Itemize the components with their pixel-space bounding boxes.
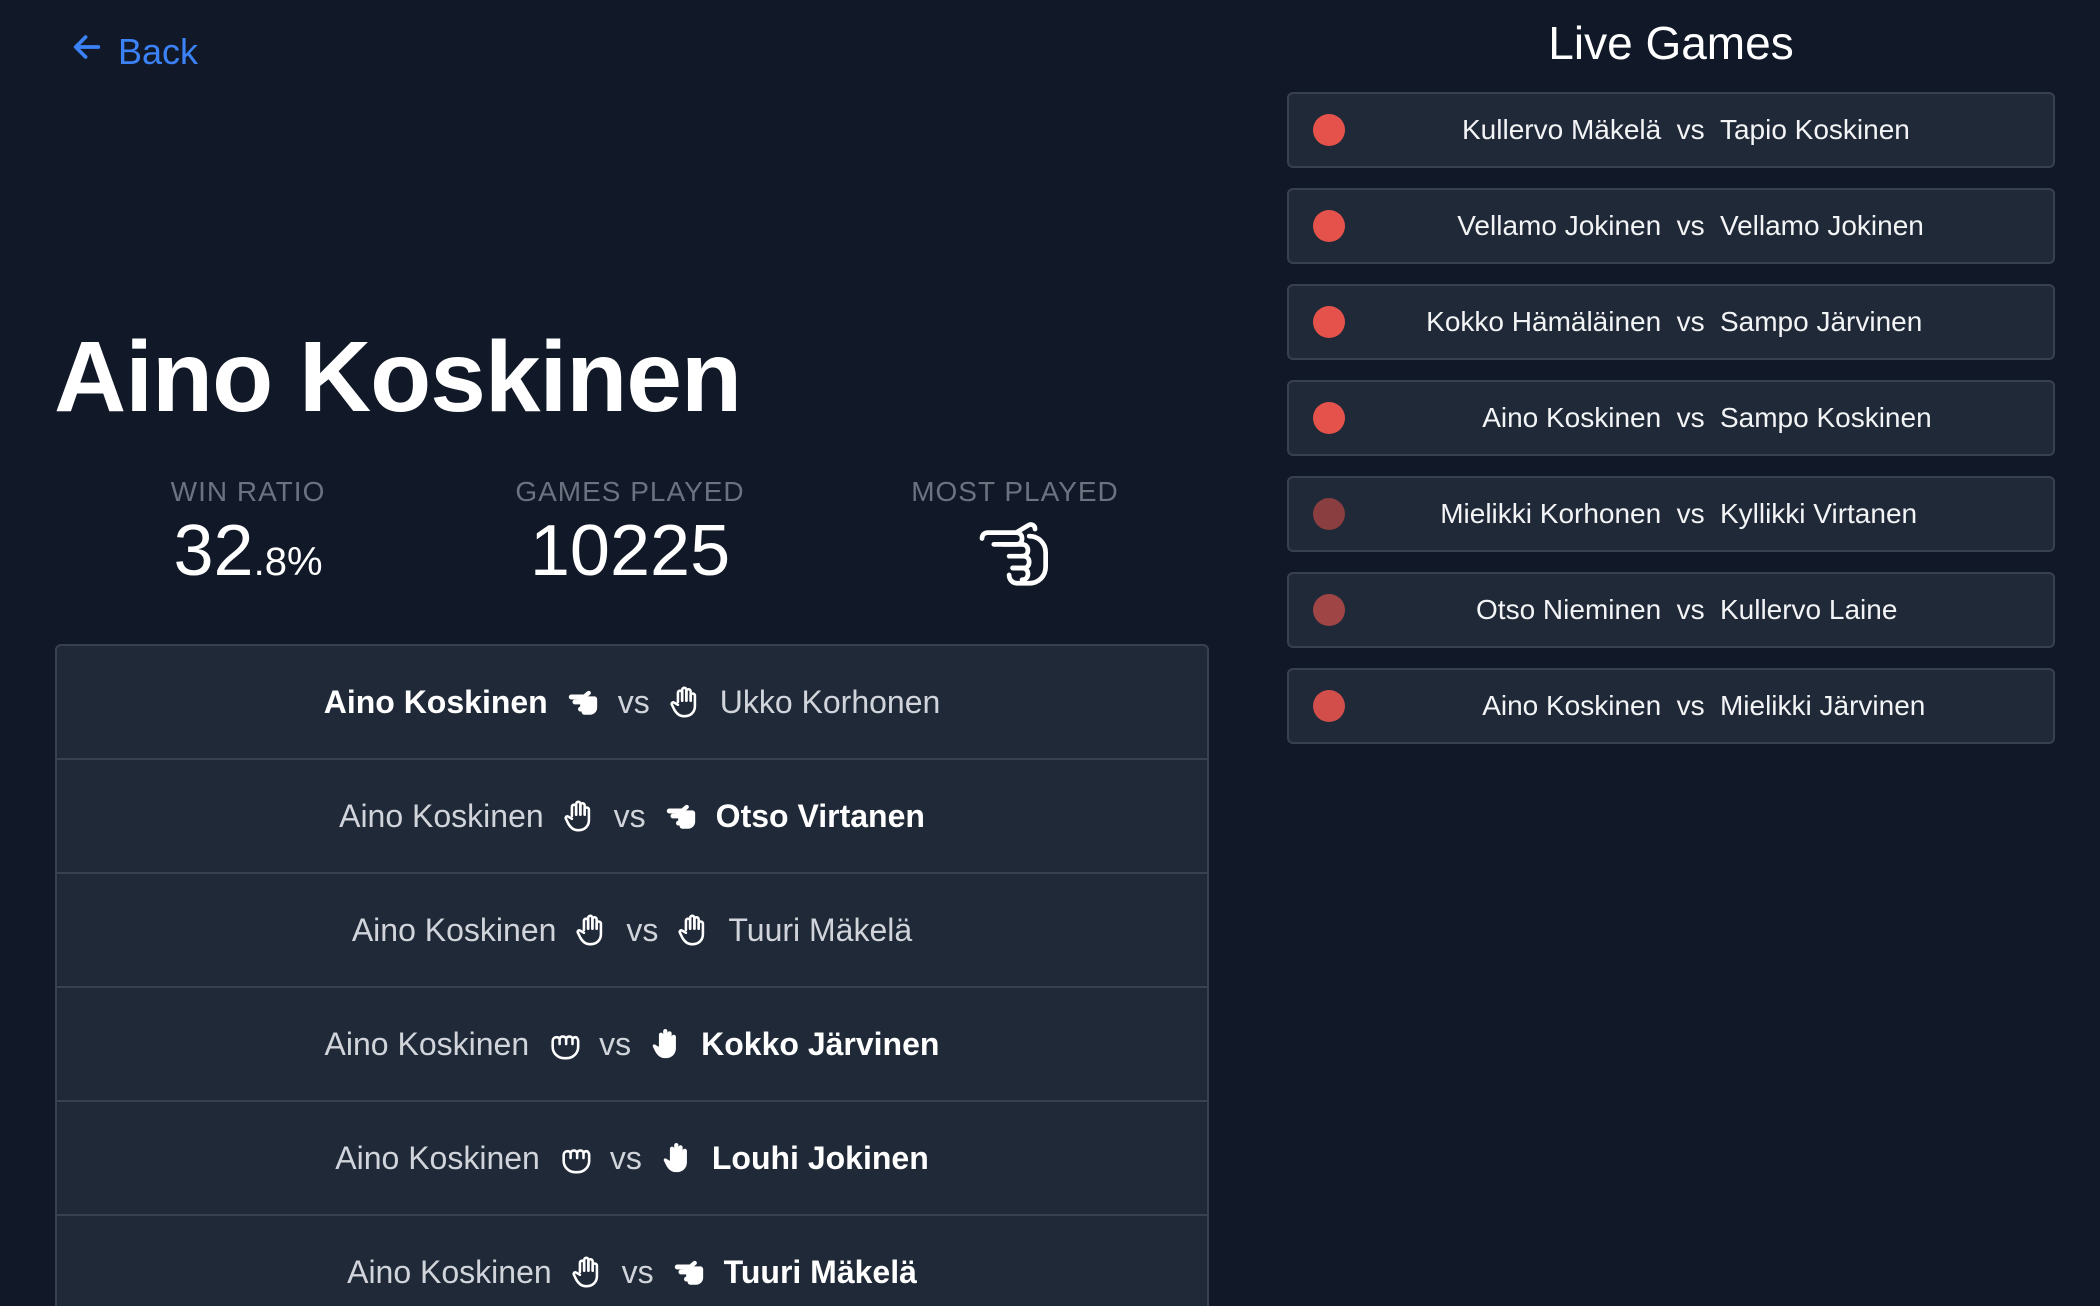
history-vs: vs <box>613 797 646 834</box>
paper-hand-icon <box>668 685 702 719</box>
live-vs: vs <box>1676 498 1705 529</box>
live-player-a: Aino Koskinen <box>1482 402 1662 433</box>
history-right-player: Otso Virtanen <box>715 797 925 834</box>
live-vs: vs <box>1676 114 1705 145</box>
live-player-b: Sampo Koskinen <box>1719 402 1932 433</box>
scissors-hand-icon <box>900 522 1130 588</box>
scissors-hand-icon <box>672 1255 706 1289</box>
history-row[interactable]: Aino Koskinen vs Ukko Korhonen <box>57 646 1207 760</box>
live-game-item[interactable]: Aino Koskinen vs Mielikki Järvinen <box>1287 668 2055 744</box>
rock-hand-icon <box>547 1027 581 1061</box>
live-game-players: Aino Koskinen vs Mielikki Järvinen <box>1289 690 2053 722</box>
scissors-hand-icon <box>664 799 698 833</box>
win-ratio-int: 32 <box>173 511 254 591</box>
live-player-a: Kokko Hämäläinen <box>1426 306 1662 337</box>
live-game-players: Mielikki Korhonen vs Kyllikki Virtanen <box>1289 498 2053 530</box>
live-games-list: Kullervo Mäkelä vs Tapio Koskinen Vellamo J… <box>1287 92 2055 764</box>
live-player-b: Mielikki Järvinen <box>1719 690 1926 721</box>
history-left-player: Aino Koskinen <box>335 1139 540 1176</box>
scissors-hand-icon <box>566 685 600 719</box>
history-left-player: Aino Koskinen <box>347 1253 552 1290</box>
history-left-player: Aino Koskinen <box>323 683 548 720</box>
live-player-b: Vellamo Jokinen <box>1719 210 1924 241</box>
most-played-label: MOST PLAYED <box>911 476 1119 507</box>
live-games-title: Live Games <box>1548 17 1794 69</box>
history-vs: vs <box>617 683 650 720</box>
live-vs: vs <box>1676 306 1705 337</box>
games-played-label: GAMES PLAYED <box>515 476 745 507</box>
history-right-player: Louhi Jokinen <box>711 1139 929 1176</box>
history-right-player: Ukko Korhonen <box>719 683 941 720</box>
history-row[interactable]: Aino Koskinen vs Louhi Jokinen <box>57 1102 1207 1216</box>
history-right-player: Kokko Järvinen <box>701 1025 940 1062</box>
history-row[interactable]: Aino Koskinen vs Otso Virtanen <box>57 760 1207 874</box>
back-link[interactable]: Back <box>70 30 198 73</box>
live-game-players: Kokko Hämäläinen vs Sampo Järvinen <box>1289 306 2053 338</box>
live-game-item[interactable]: Mielikki Korhonen vs Kyllikki Virtanen <box>1287 476 2055 552</box>
live-game-players: Kullervo Mäkelä vs Tapio Koskinen <box>1289 114 2053 146</box>
player-name: Aino Koskinen <box>54 321 742 433</box>
rock-hand-icon <box>558 1141 592 1175</box>
live-player-a: Vellamo Jokinen <box>1457 210 1662 241</box>
live-player-a: Kullervo Mäkelä <box>1462 114 1662 145</box>
win-ratio-frac: .8% <box>253 540 323 584</box>
live-game-players: Aino Koskinen vs Sampo Koskinen <box>1289 402 2053 434</box>
history-vs: vs <box>609 1139 642 1176</box>
live-vs: vs <box>1676 402 1705 433</box>
paper-hand-icon <box>660 1141 694 1175</box>
live-player-a: Aino Koskinen <box>1482 690 1662 721</box>
live-player-a: Mielikki Korhonen <box>1440 498 1662 529</box>
history-vs: vs <box>626 911 659 948</box>
live-player-b: Sampo Järvinen <box>1719 306 1923 337</box>
history-row[interactable]: Aino Koskinen vs Kokko Järvinen <box>57 988 1207 1102</box>
live-game-players: Otso Nieminen vs Kullervo Laine <box>1289 594 2053 626</box>
live-vs: vs <box>1676 594 1705 625</box>
history-left-player: Aino Koskinen <box>351 911 557 948</box>
live-game-item[interactable]: Aino Koskinen vs Sampo Koskinen <box>1287 380 2055 456</box>
win-ratio-value: 32.8% <box>148 511 348 591</box>
games-played-stat: GAMES PLAYED 10225 <box>500 476 760 591</box>
history-right-player: Tuuri Mäkelä <box>723 1253 917 1290</box>
history-left-player: Aino Koskinen <box>324 1025 530 1062</box>
paper-hand-icon <box>649 1027 683 1061</box>
arrow-left-icon <box>70 30 104 73</box>
match-history: Aino Koskinen vs Ukko Korhonen Aino Koskine… <box>55 644 1209 1306</box>
history-row[interactable]: Aino Koskinen vs Tuuri Mäkelä <box>57 874 1207 988</box>
live-game-players: Vellamo Jokinen vs Vellamo Jokinen <box>1289 210 2053 242</box>
paper-hand-icon <box>570 1255 604 1289</box>
live-game-item[interactable]: Kokko Hämäläinen vs Sampo Järvinen <box>1287 284 2055 360</box>
live-player-b: Kyllikki Virtanen <box>1719 498 1918 529</box>
paper-hand-icon <box>574 913 608 947</box>
paper-hand-icon <box>676 913 710 947</box>
live-game-item[interactable]: Vellamo Jokinen vs Vellamo Jokinen <box>1287 188 2055 264</box>
history-left-player: Aino Koskinen <box>339 797 544 834</box>
live-vs: vs <box>1676 210 1705 241</box>
live-game-item[interactable]: Otso Nieminen vs Kullervo Laine <box>1287 572 2055 648</box>
history-row[interactable]: Aino Koskinen vs Tuuri Mäkelä <box>57 1216 1207 1306</box>
paper-hand-icon <box>562 799 596 833</box>
live-player-b: Tapio Koskinen <box>1719 114 1910 145</box>
win-ratio-stat: WIN RATIO 32.8% <box>148 476 348 591</box>
games-played-value: 10225 <box>529 511 731 591</box>
win-ratio-label: WIN RATIO <box>170 476 326 507</box>
history-right-player: Tuuri Mäkelä <box>728 911 913 948</box>
live-player-a: Otso Nieminen <box>1476 594 1662 625</box>
live-player-b: Kullervo Laine <box>1719 594 1898 625</box>
most-played-stat: MOST PLAYED <box>900 476 1130 588</box>
back-label: Back <box>118 30 199 72</box>
history-vs: vs <box>621 1253 654 1290</box>
live-vs: vs <box>1676 690 1705 721</box>
live-game-item[interactable]: Kullervo Mäkelä vs Tapio Koskinen <box>1287 92 2055 168</box>
history-vs: vs <box>599 1025 632 1062</box>
